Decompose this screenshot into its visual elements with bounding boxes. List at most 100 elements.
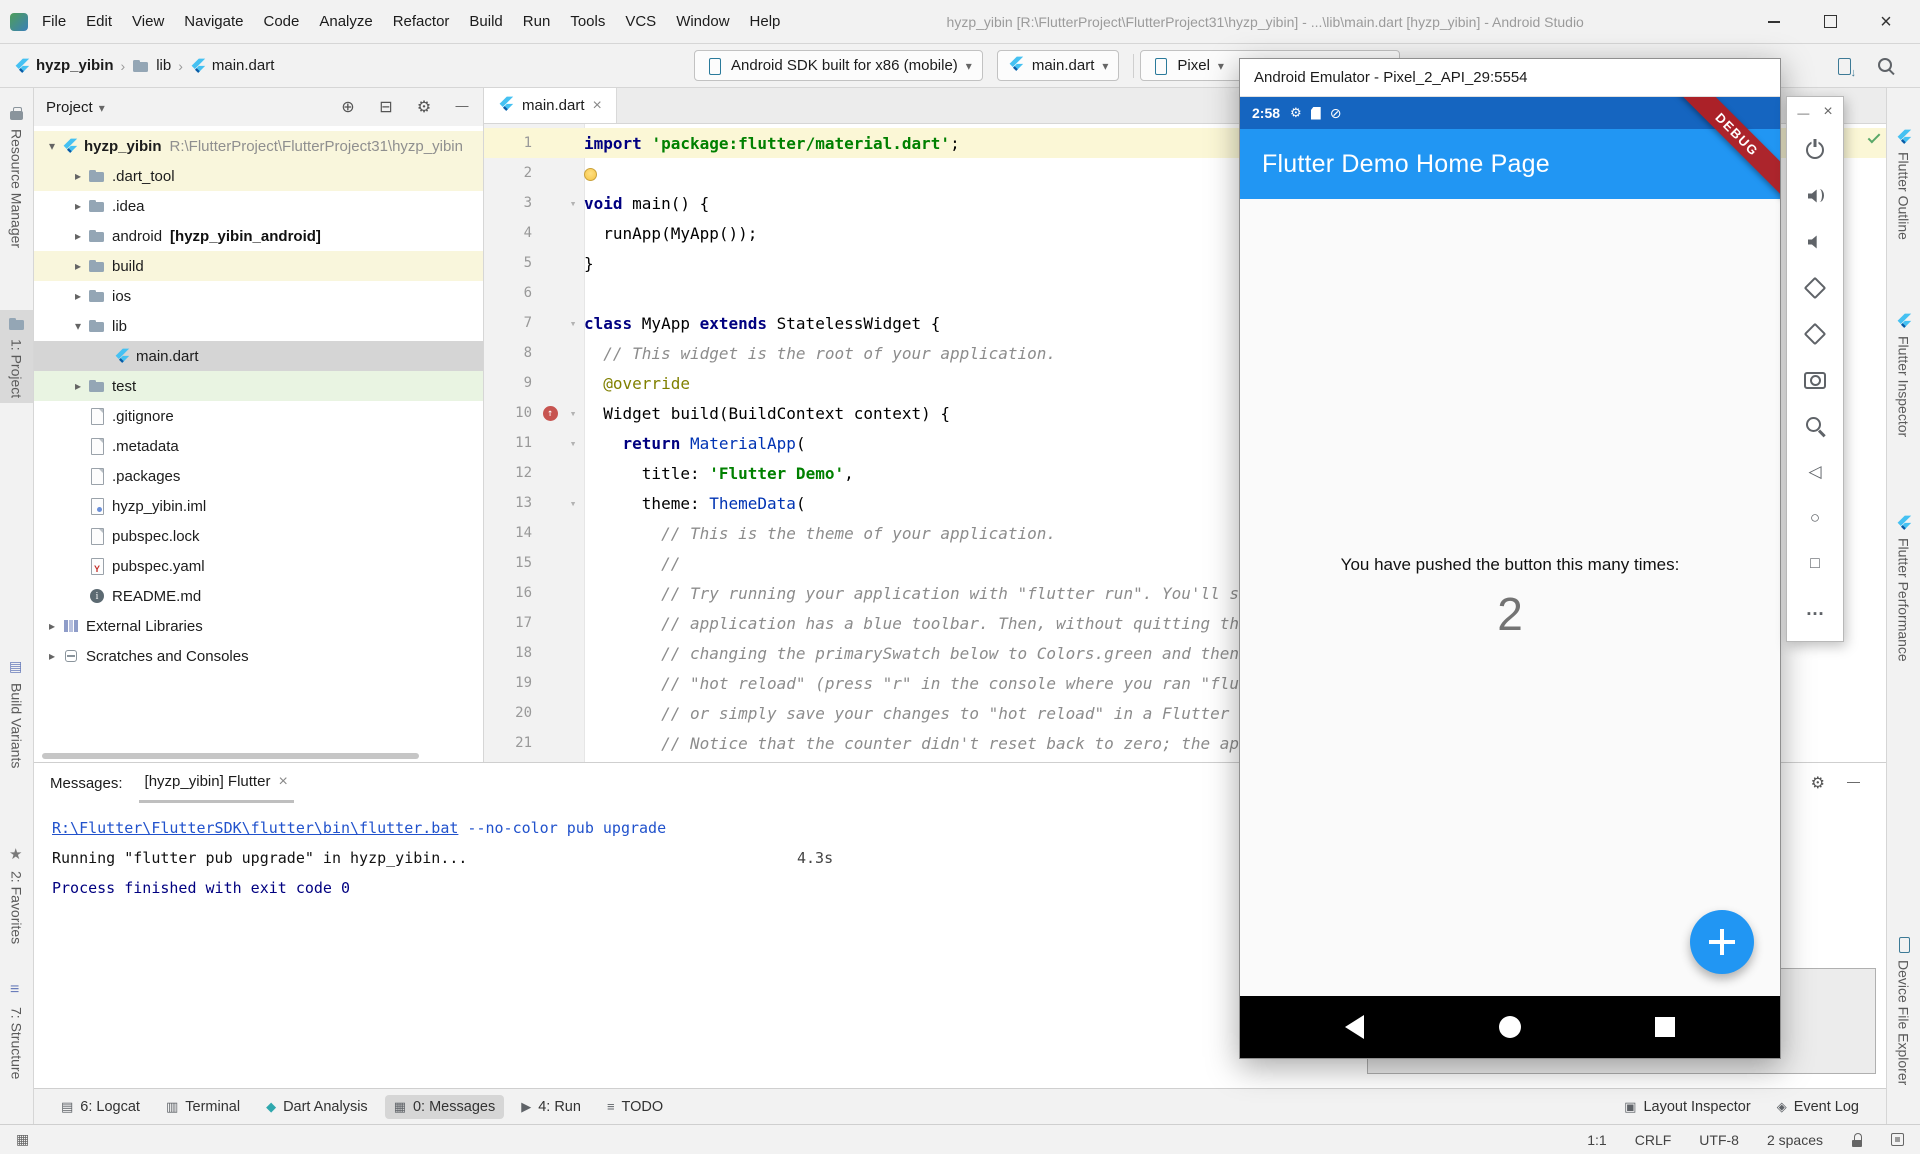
tree-item-dart-tool[interactable]: .dart_tool (34, 161, 483, 191)
nav-home-icon[interactable] (1499, 1016, 1521, 1038)
chevron-right-icon[interactable] (68, 199, 88, 213)
emulator-back-button[interactable] (1786, 449, 1844, 495)
tool-window-button-terminal[interactable]: ▥Terminal (157, 1095, 249, 1119)
menu-tools[interactable]: Tools (560, 8, 615, 35)
nav-back-icon[interactable] (1345, 1015, 1364, 1039)
menu-help[interactable]: Help (740, 8, 791, 35)
chevron-right-icon[interactable] (68, 169, 88, 183)
tool-window-button-layout-inspector[interactable]: ▣Layout Inspector (1615, 1095, 1760, 1119)
tree-item-ios[interactable]: ios (34, 281, 483, 311)
tool-windows-toggle-icon[interactable] (16, 1131, 29, 1148)
lock-icon[interactable] (1851, 1132, 1863, 1147)
menu-refactor[interactable]: Refactor (383, 8, 460, 35)
fold-icon[interactable] (562, 197, 584, 210)
tab-main-dart[interactable]: main.dart (484, 88, 617, 123)
attach-debugger-icon[interactable] (1834, 56, 1854, 76)
emulator-more-button[interactable] (1786, 587, 1844, 633)
intention-bulb-icon[interactable] (584, 168, 597, 181)
chevron-right-icon[interactable] (68, 229, 88, 243)
status-crlf[interactable]: CRLF (1635, 1132, 1672, 1148)
sidebar-item-1-project[interactable]: 1: Project (0, 310, 33, 403)
emulator-rotate-left-button[interactable] (1786, 265, 1844, 311)
gear-icon[interactable] (1811, 773, 1825, 793)
tree-item-scratches-and-consoles[interactable]: Scratches and Consoles (34, 641, 483, 671)
close-icon[interactable] (1878, 14, 1894, 30)
tree-item-android[interactable]: android[hyzp_yibin_android] (34, 221, 483, 251)
menu-run[interactable]: Run (513, 8, 561, 35)
status-utf-8[interactable]: UTF-8 (1699, 1132, 1739, 1148)
fold-icon[interactable] (562, 407, 584, 420)
project-panel-title[interactable]: Project (46, 99, 93, 116)
tree-item-gitignore[interactable]: .gitignore (34, 401, 483, 431)
tree-item-hyzp-yibin-iml[interactable]: hyzp_yibin.iml (34, 491, 483, 521)
increment-fab[interactable] (1690, 910, 1754, 974)
emulator-overview-button[interactable] (1786, 541, 1844, 587)
device-selector[interactable]: Android SDK built for x86 (mobile) (694, 50, 983, 81)
sidebar-item-7-structure[interactable]: 7: Structure (0, 978, 33, 1084)
messages-tab[interactable]: [hyzp_yibin] Flutter (139, 763, 294, 803)
chevron-right-icon[interactable] (42, 649, 62, 663)
sidebar-item-build-variants[interactable]: Build Variants (0, 654, 33, 773)
tree-item-hyzp-yibin[interactable]: hyzp_yibinR:\FlutterProject\FlutterProje… (34, 131, 483, 161)
search-everywhere-icon[interactable] (1876, 56, 1896, 76)
tree-item-idea[interactable]: .idea (34, 191, 483, 221)
emulator-volume-down-button[interactable] (1786, 219, 1844, 265)
chevron-right-icon[interactable] (42, 619, 62, 633)
tree-item-pubspec-yaml[interactable]: pubspec.yaml (34, 551, 483, 581)
breadcrumb-lib[interactable]: lib (132, 57, 171, 75)
sidebar-item-flutter-outline[interactable]: Flutter Outline (1887, 124, 1920, 245)
breadcrumb-main-dart[interactable]: main.dart (190, 57, 275, 74)
scrollbar-thumb[interactable] (42, 753, 419, 759)
menu-vcs[interactable]: VCS (615, 8, 666, 35)
chevron-down-icon[interactable] (99, 99, 105, 116)
minimize-icon[interactable] (1766, 14, 1782, 30)
tree-item-external-libraries[interactable]: External Libraries (34, 611, 483, 641)
fold-icon[interactable] (562, 497, 584, 510)
emulator-camera-button[interactable] (1786, 357, 1844, 403)
chevron-right-icon[interactable] (68, 379, 88, 393)
hide-panel-icon[interactable] (1847, 773, 1860, 793)
fold-icon[interactable] (562, 317, 584, 330)
tool-window-button-6-logcat[interactable]: ▤6: Logcat (52, 1095, 149, 1119)
tree-item-readme-md[interactable]: README.md (34, 581, 483, 611)
tree-item-pubspec-lock[interactable]: pubspec.lock (34, 521, 483, 551)
console-link[interactable]: R:\Flutter\FlutterSDK\flutter\bin\flutte… (52, 819, 458, 837)
menu-build[interactable]: Build (459, 8, 512, 35)
emulator-home-button[interactable] (1786, 495, 1844, 541)
tool-window-button-4-run[interactable]: ▶4: Run (512, 1095, 590, 1119)
horizontal-scrollbar[interactable] (34, 750, 483, 762)
gear-icon[interactable] (415, 97, 433, 117)
emulator-title-bar[interactable]: Android Emulator - Pixel_2_API_29:5554 (1240, 59, 1780, 97)
close-icon[interactable] (278, 773, 287, 791)
minimize-icon[interactable] (1797, 104, 1809, 121)
run-config-selector[interactable]: main.dart (997, 50, 1120, 81)
menu-view[interactable]: View (122, 8, 174, 35)
maximize-icon[interactable] (1822, 14, 1838, 30)
emulator-zoom-button[interactable] (1786, 403, 1844, 449)
status-1-1[interactable]: 1:1 (1587, 1132, 1606, 1148)
tree-item-packages[interactable]: .packages (34, 461, 483, 491)
emulator-rotate-right-button[interactable] (1786, 311, 1844, 357)
nav-overview-icon[interactable] (1655, 1017, 1675, 1037)
chevron-right-icon[interactable] (68, 289, 88, 303)
menu-window[interactable]: Window (666, 8, 739, 35)
menu-analyze[interactable]: Analyze (309, 8, 382, 35)
tree-item-metadata[interactable]: .metadata (34, 431, 483, 461)
close-icon[interactable] (1823, 103, 1832, 121)
tree-item-build[interactable]: build (34, 251, 483, 281)
emulator-power-button[interactable] (1786, 127, 1844, 173)
chevron-down-icon[interactable] (68, 319, 88, 333)
sidebar-item-device-file-explorer[interactable]: Device File Explorer (1887, 931, 1920, 1090)
sidebar-item-flutter-inspector[interactable]: Flutter Inspector (1887, 308, 1920, 442)
sidebar-item-2-favorites[interactable]: 2: Favorites (0, 842, 33, 949)
menu-code[interactable]: Code (253, 8, 309, 35)
highlighting-level-icon[interactable] (1891, 1133, 1904, 1146)
menu-navigate[interactable]: Navigate (174, 8, 253, 35)
sidebar-item-resource-manager[interactable]: Resource Manager (0, 100, 33, 253)
locate-file-icon[interactable] (339, 97, 357, 117)
status-2-spaces[interactable]: 2 spaces (1767, 1132, 1823, 1148)
chevron-right-icon[interactable] (68, 259, 88, 273)
collapse-all-icon[interactable] (377, 97, 395, 117)
tool-window-button-0-messages[interactable]: ▦0: Messages (385, 1095, 505, 1119)
tool-window-button-event-log[interactable]: ◈Event Log (1768, 1095, 1868, 1119)
